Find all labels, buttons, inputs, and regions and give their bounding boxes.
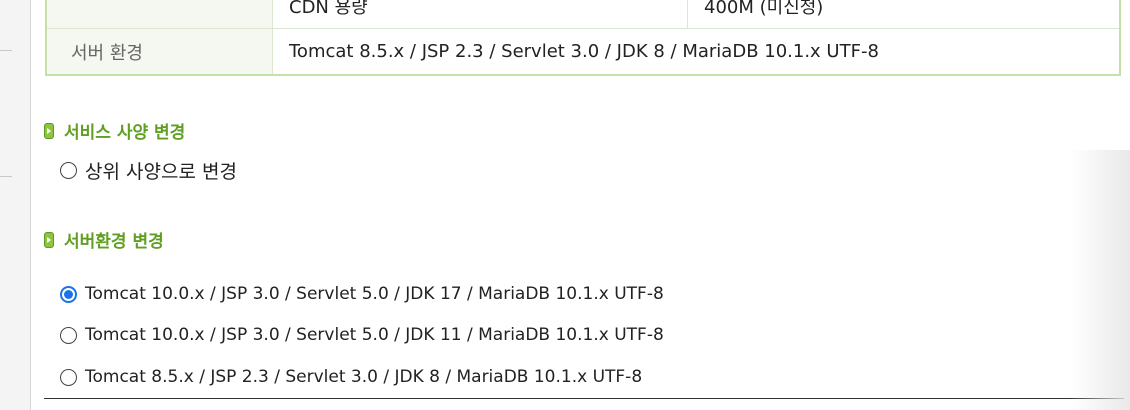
table-cell-label: [46, 0, 273, 29]
radio-label: Tomcat 8.5.x / JSP 2.3 / Servlet 3.0 / J…: [85, 367, 643, 387]
section-title-text: 서비스 사양 변경: [64, 123, 186, 143]
divider: [44, 398, 1124, 399]
radio-option-env-1[interactable]: Tomcat 10.0.x / JSP 3.0 / Servlet 5.0 / …: [60, 284, 664, 304]
radio-label: 상위 사양으로 변경: [85, 161, 237, 183]
radio-option-env-3[interactable]: Tomcat 8.5.x / JSP 2.3 / Servlet 3.0 / J…: [60, 367, 642, 387]
radio-button-selected[interactable]: [60, 285, 77, 303]
table-row: CDN 용량 400M (미신청): [46, 0, 1120, 29]
bullet-icon: [44, 122, 54, 139]
divider: [0, 50, 12, 51]
section-title-text: 서버환경 변경: [64, 232, 164, 252]
radio-button[interactable]: [60, 326, 77, 344]
table-cell-cdn-value: 400M (미신청): [687, 0, 1120, 29]
radio-label: Tomcat 10.0.x / JSP 3.0 / Servlet 5.0 / …: [85, 325, 664, 345]
radio-option-env-2[interactable]: Tomcat 10.0.x / JSP 3.0 / Servlet 5.0 / …: [60, 325, 664, 345]
section-title-env-change: 서버환경 변경: [44, 227, 164, 252]
scroll-shadow: [1070, 150, 1130, 410]
radio-button[interactable]: [60, 162, 77, 179]
spec-table: CDN 용량 400M (미신청) 서버 환경 Tomcat 8.5.x / J…: [45, 0, 1121, 76]
left-panel-strip: [0, 0, 31, 410]
radio-option-upgrade[interactable]: 상위 사양으로 변경: [60, 157, 237, 184]
section-title-service-change: 서비스 사양 변경: [44, 118, 185, 143]
bullet-icon: [44, 231, 54, 248]
table-cell-server-env-value: Tomcat 8.5.x / JSP 2.3 / Servlet 3.0 / J…: [272, 28, 1120, 75]
divider: [0, 176, 12, 177]
table-cell-label: 서버 환경: [46, 28, 273, 75]
radio-label: Tomcat 10.0.x / JSP 3.0 / Servlet 5.0 / …: [85, 284, 664, 304]
table-cell-cdn-label: CDN 용량: [272, 0, 688, 29]
table-row: 서버 환경 Tomcat 8.5.x / JSP 2.3 / Servlet 3…: [46, 28, 1120, 75]
radio-button[interactable]: [60, 368, 77, 386]
